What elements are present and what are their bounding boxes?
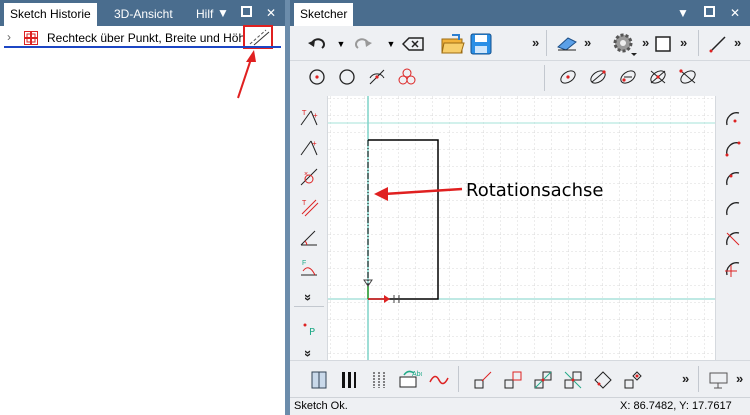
ellipse-cross-icon[interactable] [647,66,669,88]
toolbar-bottom: Abc » » [290,360,750,397]
toolbar-constraints [290,60,750,94]
constraint-1-icon[interactable] [472,369,494,391]
toolbar-separator [698,30,699,56]
svg-text:F: F [302,260,306,267]
right-tab-bar: Sketcher ▼ ✕ [290,0,750,26]
circle-tool-icon[interactable] [336,66,358,88]
three-circles-icon[interactable] [396,66,418,88]
sketch-grid [328,96,715,360]
sketch-canvas[interactable]: Rotationsachse [328,96,715,360]
dropdown-arrow-icon[interactable]: ▼ [214,4,232,22]
arc-center-icon[interactable] [722,108,744,130]
rotation-axis-label: Rotationsachse [466,180,604,201]
tab-sketch-history[interactable]: Sketch Historie [4,3,97,26]
mirror-book-icon[interactable] [308,369,330,391]
arc-cross-icon[interactable] [722,258,744,280]
toolbar-right-vertical [715,96,750,360]
svg-text:P: P [309,327,315,338]
constraint-3-icon[interactable] [532,369,554,391]
svg-text:×: × [304,171,308,178]
angle-icon[interactable] [298,226,320,248]
constraint-5-icon[interactable] [592,369,614,391]
sketcher-panel: Sketcher ▼ ✕ ▼ ▼ » » » » » T + + × T F »… [290,0,750,415]
svg-text:T: T [302,200,307,207]
undo-icon[interactable] [306,33,328,55]
point-on-circle-icon[interactable] [306,66,328,88]
eraser-icon[interactable] [556,33,578,55]
tab-sketcher[interactable]: Sketcher [294,3,354,26]
close-icon[interactable]: ✕ [726,4,744,22]
toolbar-separator [546,30,547,56]
tree-item-label[interactable]: Rechteck über Punkt, Breite und Höhe [47,31,252,45]
toolbar-main: ▼ ▼ » » » » » [290,26,750,60]
projector-icon[interactable] [708,369,730,391]
constraint-6-icon[interactable] [622,369,644,391]
svg-text:Abc: Abc [412,371,422,378]
toolbar-overflow-icon[interactable]: » [736,371,743,386]
tree-row-rectangle[interactable]: › Rechteck über Punkt, Breite und Höhe [0,25,285,49]
arc-three-point-icon[interactable] [722,138,744,160]
edit-sketch-icon[interactable] [245,27,271,47]
toolbar-overflow-icon[interactable]: » [642,35,649,50]
status-message: Sketch Ok. [294,400,348,412]
svg-text:+: + [312,139,317,148]
sketch-history-panel: Sketch Historie 3D-Ansicht Hilf ▼ ✕ › Re… [0,0,285,415]
ellipse-point-icon[interactable] [557,66,579,88]
arc-simple-icon[interactable] [722,198,744,220]
rectangle-tool-icon[interactable] [652,33,674,55]
cursor-coordinates: X: 86.7482, Y: 17.7617 [620,400,732,412]
toolbar-separator [544,65,545,91]
toolbar-overflow-icon[interactable]: » [680,35,687,50]
save-icon[interactable] [468,31,494,57]
annotation-arrow-icon [374,187,463,201]
ellipse-axis-icon[interactable] [587,66,609,88]
settings-gear-icon[interactable] [610,30,638,58]
ellipse-diagonal-icon[interactable] [677,66,699,88]
delete-icon[interactable] [402,33,424,55]
arc-intersection-icon[interactable] [366,66,388,88]
toolbar-overflow-icon[interactable]: » [301,350,316,357]
toolbar-separator [698,366,699,392]
toolbar-separator [458,366,459,392]
left-tab-bar: Sketch Historie 3D-Ansicht Hilf ▼ ✕ [0,0,285,26]
thick-lines-icon[interactable] [338,369,360,391]
maximize-icon[interactable] [237,4,255,22]
close-icon[interactable]: ✕ [262,4,280,22]
line-tool-icon[interactable] [707,33,729,55]
point-p-icon[interactable]: P [298,318,320,340]
trim-icon[interactable]: T + [298,106,320,128]
toolbar-left-vertical: T + + × T F » P » [290,96,328,360]
spline-icon[interactable] [428,369,450,391]
toolbar-separator [294,306,324,307]
arc-sector-icon[interactable] [722,228,744,250]
thin-lines-icon[interactable] [368,369,390,391]
ellipse-three-point-icon[interactable] [617,66,639,88]
redo-dropdown-icon[interactable]: ▼ [380,33,402,55]
constraint-4-icon[interactable] [562,369,584,391]
dropdown-arrow-icon[interactable]: ▼ [674,4,692,22]
svg-text:+: + [313,111,318,120]
tab-3d-view[interactable]: 3D-Ansicht [108,3,179,26]
toolbar-overflow-icon[interactable]: » [301,294,316,301]
split-icon[interactable]: × [298,166,320,188]
text-insert-icon[interactable]: Abc [398,367,422,391]
extend-icon[interactable]: + [298,136,320,158]
redo-icon[interactable] [352,33,374,55]
fillet-icon[interactable]: F [298,256,320,278]
toolbar-overflow-icon[interactable]: » [584,35,591,50]
expand-chevron-icon[interactable]: › [7,30,11,44]
status-bar: Sketch Ok. X: 86.7482, Y: 17.7617 [290,397,750,415]
parallel-icon[interactable]: T [298,196,320,218]
toolbar-overflow-icon[interactable]: » [734,35,741,50]
red-arrow-icon [237,50,256,99]
toolbar-overflow-icon[interactable]: » [532,35,539,50]
undo-dropdown-icon[interactable]: ▼ [330,33,352,55]
arc-tangent-icon[interactable] [722,168,744,190]
maximize-icon[interactable] [700,4,718,22]
toolbar-overflow-icon[interactable]: » [682,371,689,386]
open-folder-icon[interactable] [440,31,466,57]
constraint-2-icon[interactable] [502,369,524,391]
svg-text:T: T [301,109,307,117]
